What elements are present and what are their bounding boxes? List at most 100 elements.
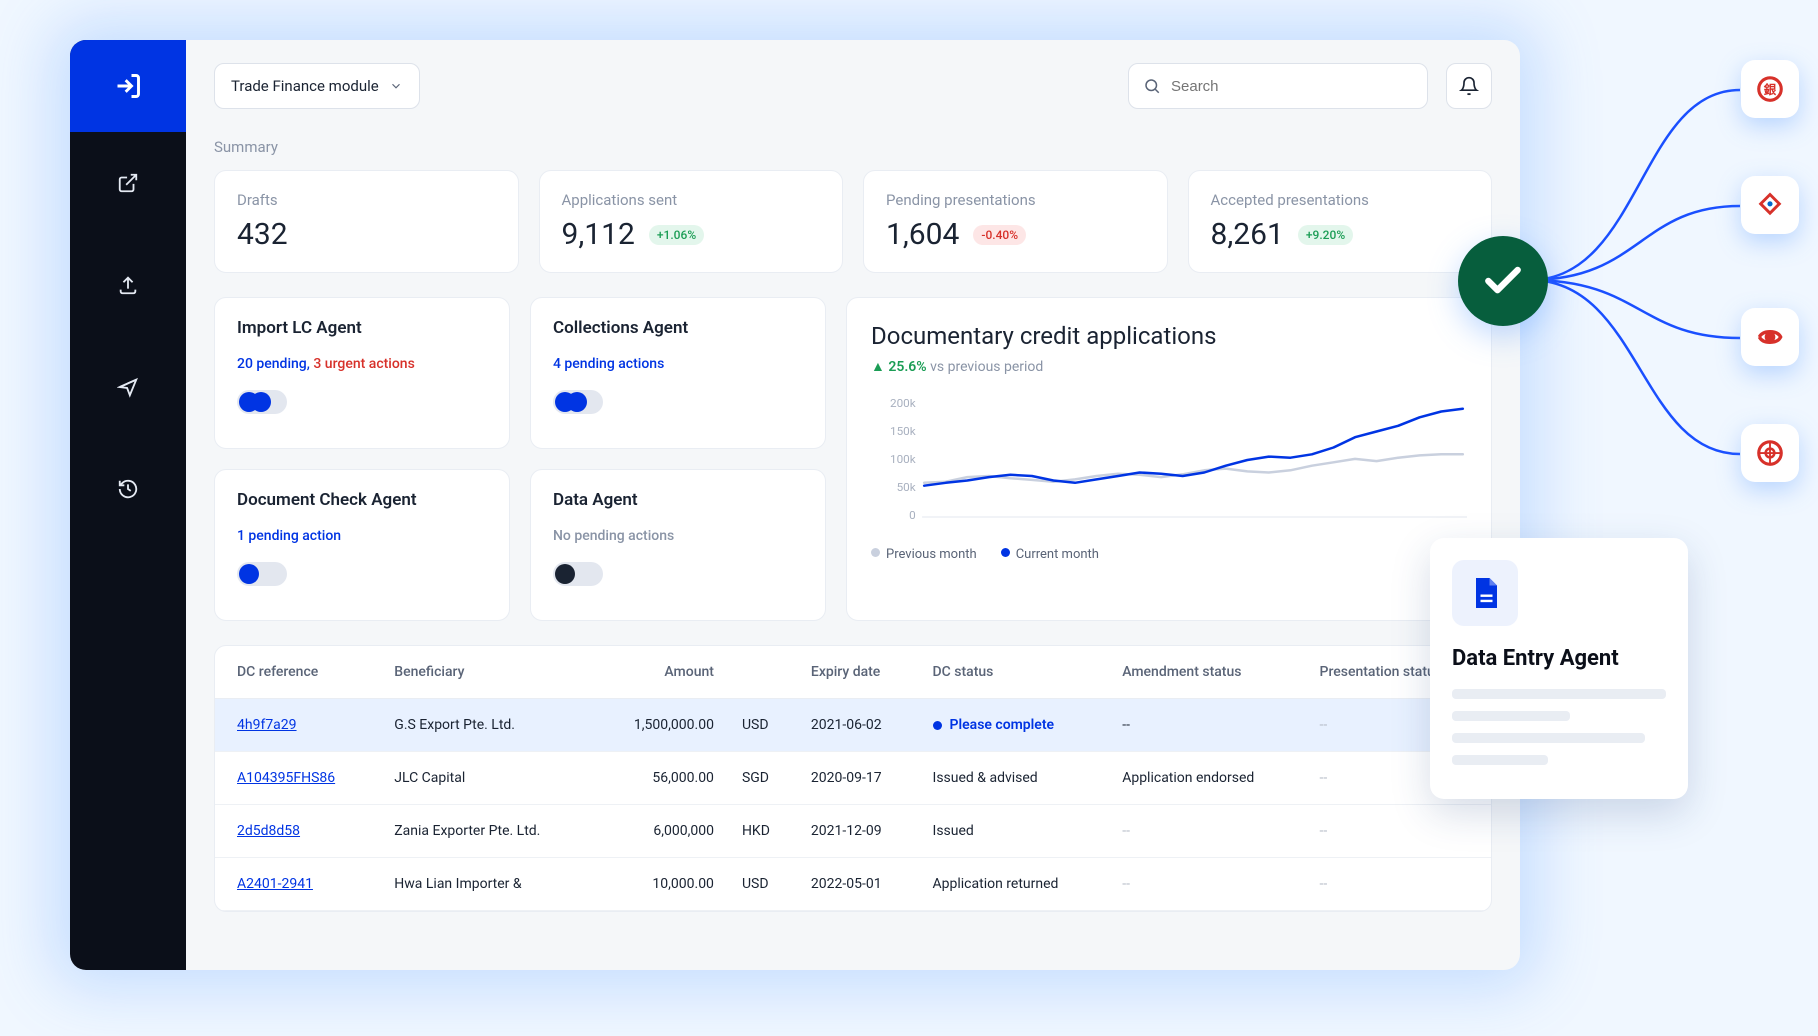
stat-value: 432 — [237, 217, 288, 252]
summary-cards: Drafts 432 Applications sent 9,112 +1.06… — [214, 170, 1492, 273]
chart-card: Documentary credit applications ▲ 25.6% … — [846, 297, 1492, 621]
agent-toggle[interactable] — [553, 562, 603, 586]
beneficiary: JLC Capital — [380, 752, 595, 805]
dc-reference-link[interactable]: 2d5d8d58 — [237, 823, 300, 839]
dc-status: Issued — [919, 805, 1109, 858]
app-window: Trade Finance module Summary Drafts 432 … — [70, 40, 1520, 970]
dc-reference-link[interactable]: A2401-2941 — [237, 876, 313, 892]
dc-status: Issued & advised — [919, 752, 1109, 805]
svg-text:50k: 50k — [897, 480, 916, 494]
agent-card[interactable]: Collections Agent 4 pending actions — [530, 297, 826, 449]
table-header[interactable]: DC reference — [215, 646, 380, 699]
chart-plot: 200k 150k 100k 50k 0 — [871, 393, 1467, 533]
main-content: Trade Finance module Summary Drafts 432 … — [186, 40, 1520, 970]
search-field[interactable] — [1128, 63, 1428, 109]
agent-title: Data Agent — [553, 490, 803, 510]
stat-delta: -0.40% — [973, 225, 1026, 245]
table-header[interactable]: Expiry date — [797, 646, 919, 699]
beneficiary: Zania Exporter Pte. Ltd. — [380, 805, 595, 858]
summary-heading: Summary — [214, 138, 1492, 156]
table-header[interactable]: Amount — [595, 646, 728, 699]
data-entry-agent-card[interactable]: Data Entry Agent — [1430, 538, 1688, 799]
beneficiary: Hwa Lian Importer & — [380, 858, 595, 911]
dc-table: DC referenceBeneficiaryAmount Expiry date… — [214, 645, 1492, 912]
svg-text:銀: 銀 — [1763, 82, 1777, 98]
table-header[interactable]: DC status — [919, 646, 1109, 699]
stat-label: Pending presentations — [886, 191, 1145, 209]
agent-card[interactable]: Data Agent No pending actions — [530, 469, 826, 621]
expiry: 2022-05-01 — [797, 858, 919, 911]
sidebar-logo[interactable] — [70, 40, 186, 132]
chart-delta: ▲ 25.6% vs previous period — [871, 358, 1467, 375]
skeleton-line — [1452, 733, 1645, 743]
agent-card[interactable]: Document Check Agent 1 pending action — [214, 469, 510, 621]
dc-reference-link[interactable]: 4h9f7a29 — [237, 717, 297, 733]
login-icon — [114, 72, 142, 100]
history-icon[interactable] — [107, 468, 149, 510]
agent-actions: No pending actions — [553, 528, 803, 544]
stat-label: Applications sent — [562, 191, 821, 209]
skeleton-line — [1452, 689, 1666, 699]
amendment-status: -- — [1108, 858, 1305, 911]
topbar: Trade Finance module — [186, 40, 1520, 132]
amount: 1,500,000.00 — [595, 699, 728, 752]
skeleton-line — [1452, 755, 1548, 765]
stat-card[interactable]: Applications sent 9,112 +1.06% — [539, 170, 844, 273]
partner-logo-4 — [1741, 424, 1799, 482]
agent-toggle[interactable] — [553, 390, 603, 414]
amount: 56,000.00 — [595, 752, 728, 805]
agent-toggle[interactable] — [237, 390, 287, 414]
entry-card-title: Data Entry Agent — [1452, 646, 1666, 671]
table-header[interactable]: Amendment status — [1108, 646, 1305, 699]
expiry: 2021-12-09 — [797, 805, 919, 858]
table-row[interactable]: 2d5d8d58 Zania Exporter Pte. Ltd. 6,000,… — [215, 805, 1491, 858]
search-input[interactable] — [1171, 78, 1413, 95]
agent-actions: 20 pending, 3 urgent actions — [237, 356, 487, 372]
table-row[interactable]: 4h9f7a29 G.S Export Pte. Ltd. 1,500,000.… — [215, 699, 1491, 752]
skeleton-line — [1452, 711, 1570, 721]
presentation-status: -- — [1306, 858, 1491, 911]
table-row[interactable]: A2401-2941 Hwa Lian Importer & 10,000.00… — [215, 858, 1491, 911]
table-row[interactable]: A104395FHS86 JLC Capital 56,000.00 SGD 2… — [215, 752, 1491, 805]
table-header[interactable] — [728, 646, 797, 699]
presentation-status: -- — [1306, 805, 1491, 858]
chevron-down-icon — [389, 79, 403, 93]
bell-icon — [1459, 76, 1479, 96]
svg-text:150k: 150k — [890, 424, 916, 438]
document-icon — [1452, 560, 1518, 626]
currency: USD — [728, 858, 797, 911]
stat-card[interactable]: Accepted presentations 8,261 +9.20% — [1188, 170, 1493, 273]
agent-toggle[interactable] — [237, 562, 287, 586]
search-icon — [1143, 77, 1161, 95]
stat-card[interactable]: Drafts 432 — [214, 170, 519, 273]
agent-card[interactable]: Import LC Agent 20 pending, 3 urgent act… — [214, 297, 510, 449]
send-icon[interactable] — [107, 366, 149, 408]
check-icon — [1481, 259, 1525, 303]
agent-title: Collections Agent — [553, 318, 803, 338]
dc-reference-link[interactable]: A104395FHS86 — [237, 770, 335, 786]
amendment-status: -- — [1108, 699, 1305, 752]
amendment-status: -- — [1108, 805, 1305, 858]
module-dropdown[interactable]: Trade Finance module — [214, 63, 420, 109]
table-header[interactable]: Beneficiary — [380, 646, 595, 699]
amendment-status: Application endorsed — [1108, 752, 1305, 805]
currency: SGD — [728, 752, 797, 805]
notifications-button[interactable] — [1446, 63, 1492, 109]
beneficiary: G.S Export Pte. Ltd. — [380, 699, 595, 752]
partner-logo-3 — [1741, 308, 1799, 366]
stat-value: 9,112 — [562, 217, 635, 252]
stat-label: Drafts — [237, 191, 496, 209]
expiry: 2020-09-17 — [797, 752, 919, 805]
dc-status: Please complete — [919, 699, 1109, 752]
expiry: 2021-06-02 — [797, 699, 919, 752]
upload-icon[interactable] — [107, 264, 149, 306]
agent-actions: 1 pending action — [237, 528, 487, 544]
check-badge — [1458, 236, 1548, 326]
svg-text:200k: 200k — [890, 396, 916, 410]
svg-text:0: 0 — [909, 508, 916, 522]
chart-title: Documentary credit applications — [871, 322, 1467, 350]
stat-delta: +1.06% — [649, 225, 704, 245]
agents-grid: Import LC Agent 20 pending, 3 urgent act… — [214, 297, 826, 621]
external-link-icon[interactable] — [107, 162, 149, 204]
stat-card[interactable]: Pending presentations 1,604 -0.40% — [863, 170, 1168, 273]
